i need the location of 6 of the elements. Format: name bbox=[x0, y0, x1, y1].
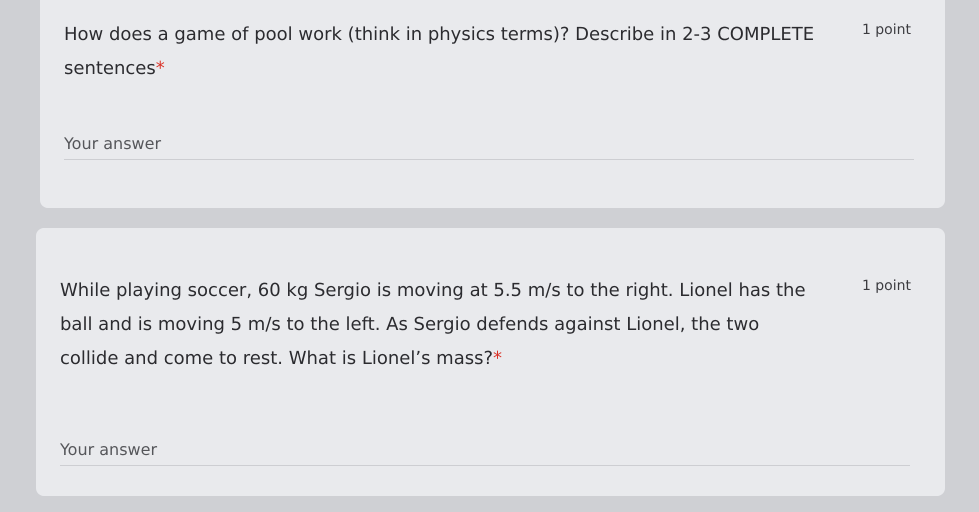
answer-field[interactable]: Your answer bbox=[64, 128, 914, 160]
answer-field[interactable]: Your answer bbox=[60, 434, 910, 466]
question-text: While playing soccer, 60 kg Sergio is moving at 5.5 m/s to the right. Lionel has the ball and is moving 5 m/s to the left. As Sergio defends against Lionel, the two collide and come to rest. What is Lionel’s mass?* bbox=[60, 279, 807, 371]
points-label: 1 point bbox=[862, 278, 911, 294]
question-text: How does a game of pool work (think in physics terms)? Describe in 2-3 COMPLETE sentences* bbox=[64, 23, 816, 81]
points-label: 1 point bbox=[862, 22, 911, 38]
